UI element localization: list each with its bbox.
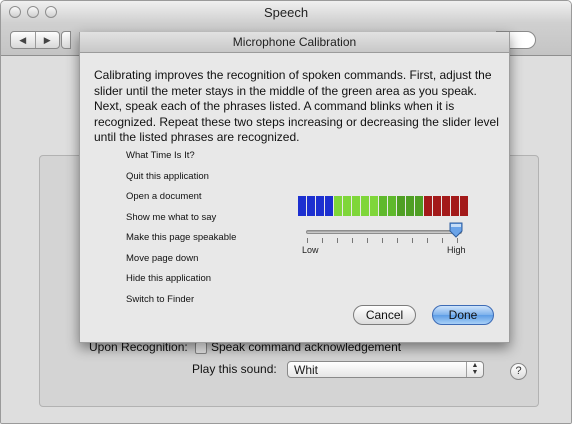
show-all-button[interactable] bbox=[61, 31, 71, 49]
slider-tick bbox=[307, 238, 308, 243]
meter-segment bbox=[406, 196, 414, 216]
cancel-button[interactable]: Cancel bbox=[353, 305, 416, 325]
calibration-instructions: Calibrating improves the recognition of … bbox=[94, 68, 499, 144]
slider-tick bbox=[457, 238, 458, 243]
done-button[interactable]: Done bbox=[432, 305, 494, 325]
meter-segment bbox=[298, 196, 306, 216]
slider-tick bbox=[427, 238, 428, 243]
phrase-item: Quit this application bbox=[126, 170, 209, 182]
help-button[interactable]: ? bbox=[510, 363, 527, 380]
meter-segment bbox=[397, 196, 405, 216]
phrase-item: Make this page speakable bbox=[126, 232, 237, 243]
forward-button[interactable]: ▶ bbox=[34, 32, 60, 48]
slider-low-label: Low bbox=[302, 245, 319, 255]
meter-segment bbox=[343, 196, 351, 216]
slider-tick bbox=[322, 238, 323, 243]
slider-tick bbox=[337, 238, 338, 243]
slider-tick bbox=[352, 238, 353, 243]
meter-segment bbox=[442, 196, 450, 216]
slider-high-label: High bbox=[447, 245, 466, 255]
sound-popup[interactable]: Whit ▲ ▼ bbox=[287, 361, 484, 378]
slider-tick bbox=[442, 238, 443, 243]
back-button[interactable]: ◀ bbox=[11, 32, 35, 48]
meter-segment bbox=[325, 196, 333, 216]
slider-tick bbox=[382, 238, 383, 243]
level-meter bbox=[298, 196, 468, 216]
speech-window: Speech ◀ ▶ Upon Recognition: Speak comma… bbox=[0, 0, 572, 424]
meter-segment bbox=[334, 196, 342, 216]
phrase-item: Open a document bbox=[126, 191, 202, 202]
meter-segment bbox=[460, 196, 468, 216]
meter-segment bbox=[451, 196, 459, 216]
sheet-title: Microphone Calibration bbox=[80, 32, 509, 53]
meter-segment bbox=[415, 196, 423, 216]
meter-segment bbox=[424, 196, 432, 216]
popup-arrows-icon: ▲ ▼ bbox=[466, 362, 483, 377]
phrase-item: What Time Is It? bbox=[126, 150, 195, 161]
window-title: Speech bbox=[263, 5, 309, 20]
speak-acknowledgement-checkbox[interactable] bbox=[195, 342, 207, 354]
input-level-slider-track[interactable] bbox=[306, 230, 462, 234]
meter-segment bbox=[361, 196, 369, 216]
meter-segment bbox=[379, 196, 387, 216]
meter-segment bbox=[316, 196, 324, 216]
sound-popup-value: Whit bbox=[294, 363, 318, 377]
back-icon: ◀ bbox=[19, 34, 27, 45]
forward-icon: ▶ bbox=[43, 34, 51, 45]
meter-segment bbox=[370, 196, 378, 216]
meter-segment bbox=[388, 196, 396, 216]
slider-tick bbox=[367, 238, 368, 243]
phrase-item: Hide this application bbox=[126, 273, 212, 284]
phrase-item: Show me what to say bbox=[126, 211, 217, 223]
navigation-buttons: ◀ ▶ bbox=[10, 31, 60, 49]
phrase-item: Switch to Finder bbox=[126, 293, 195, 305]
meter-segment bbox=[307, 196, 315, 216]
phrase-item: Move page down bbox=[126, 252, 199, 264]
play-sound-label: Play this sound: bbox=[192, 362, 277, 376]
slider-tick bbox=[397, 238, 398, 243]
meter-segment bbox=[352, 196, 360, 216]
slider-tick bbox=[412, 238, 413, 243]
microphone-calibration-sheet: Microphone Calibration Calibrating impro… bbox=[79, 32, 510, 343]
meter-segment bbox=[433, 196, 441, 216]
slider-thumb[interactable] bbox=[449, 222, 463, 238]
